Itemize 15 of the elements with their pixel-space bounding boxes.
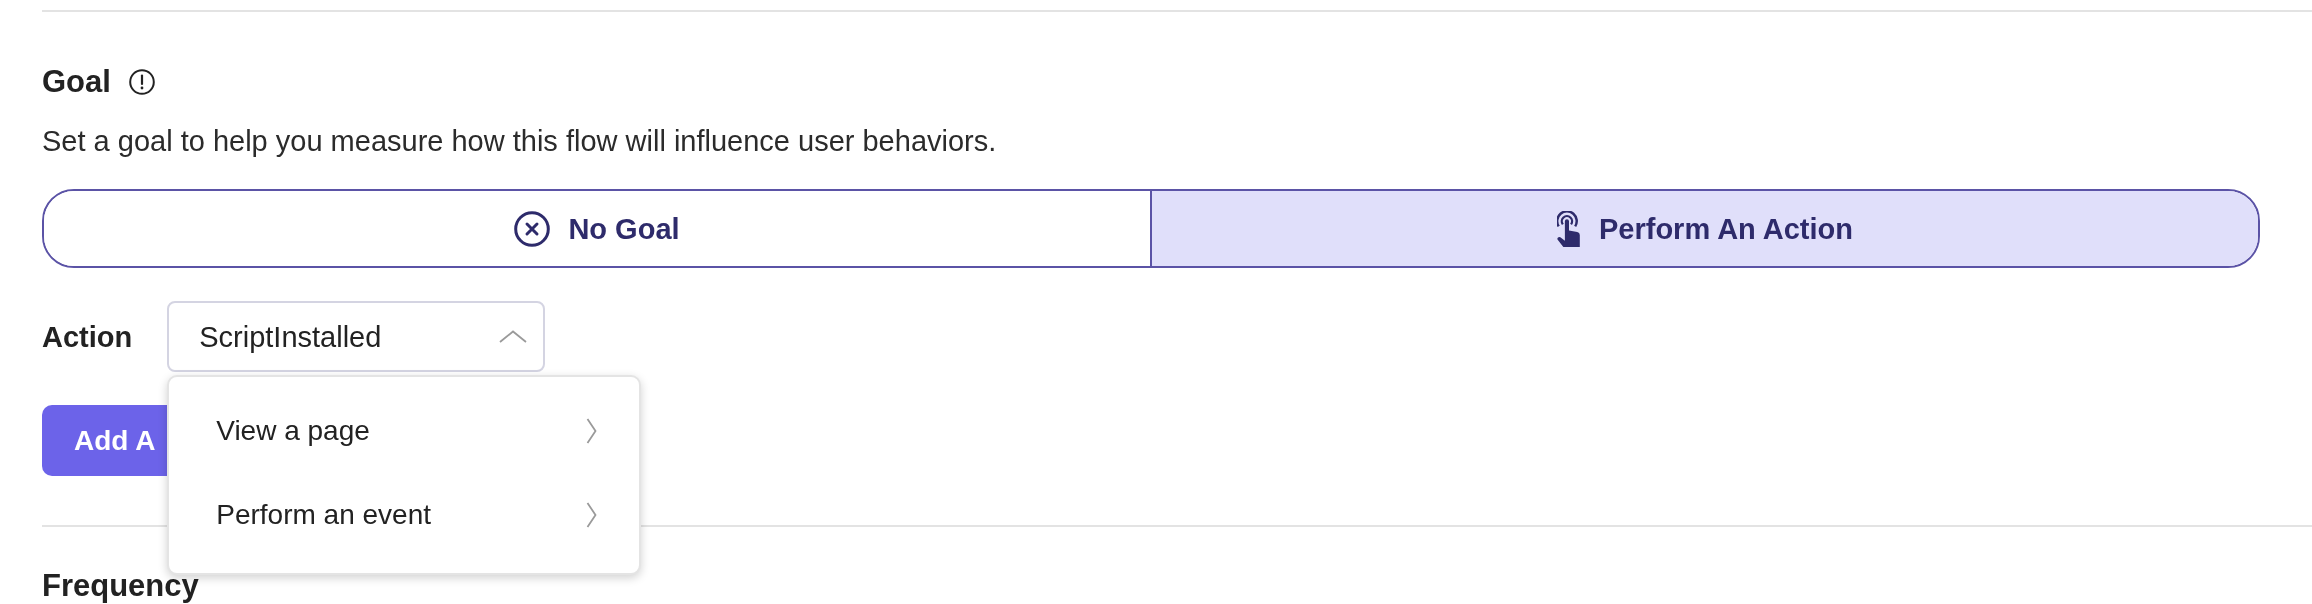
- chevron-right-icon: [586, 418, 598, 444]
- section-title: Goal: [42, 65, 111, 99]
- exclamation-circle-icon: [128, 69, 155, 95]
- x-circle-icon: [514, 210, 551, 247]
- section-description: Set a goal to help you measure how this flow will influence user behaviors.: [42, 125, 998, 157]
- hand-tap-icon: [1556, 210, 1581, 247]
- chevron-up-icon: [499, 330, 528, 343]
- menu-item[interactable]: View a page: [169, 389, 640, 473]
- field-label: Action: [42, 319, 133, 354]
- section-title: Frequency: [42, 569, 199, 603]
- chevron-right-icon: [586, 502, 598, 528]
- segment-button[interactable]: Perform An Action: [1150, 191, 2258, 266]
- menu-item[interactable]: Perform an event: [169, 473, 640, 557]
- action-select[interactable]: ScriptInstalled: [167, 301, 546, 372]
- add-button[interactable]: Add A: [42, 405, 167, 476]
